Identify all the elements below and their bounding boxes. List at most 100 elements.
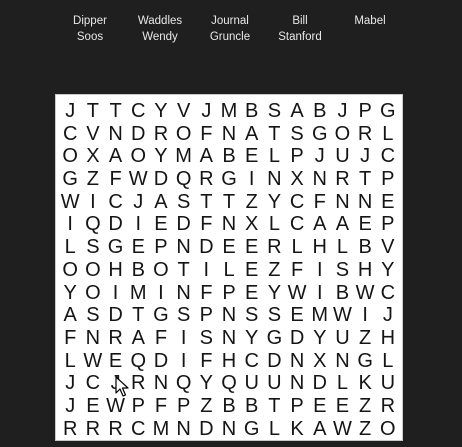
letter-cell[interactable]: O <box>127 145 150 168</box>
letter-cell[interactable]: C <box>376 282 399 305</box>
letter-cell[interactable]: N <box>218 327 241 350</box>
letter-cell[interactable]: D <box>104 304 127 327</box>
letter-grid[interactable]: JTTCYVJMBSABJPGCVNDROFNATSGORLOXAOYMABEL… <box>55 94 403 441</box>
letter-cell[interactable]: Q <box>127 350 150 373</box>
letter-cell[interactable]: W <box>331 304 354 327</box>
letter-cell[interactable]: B <box>240 395 263 418</box>
letter-cell[interactable]: G <box>59 168 82 191</box>
letter-cell[interactable]: I <box>150 282 173 305</box>
letter-cell[interactable]: S <box>172 304 195 327</box>
letter-cell[interactable]: W <box>59 191 82 214</box>
letter-cell[interactable]: M <box>172 145 195 168</box>
letter-cell[interactable]: D <box>150 350 173 373</box>
letter-cell[interactable]: Y <box>263 191 286 214</box>
letter-cell[interactable]: C <box>240 350 263 373</box>
letter-cell[interactable]: L <box>376 350 399 373</box>
letter-cell[interactable]: C <box>127 418 150 441</box>
letter-cell[interactable]: E <box>331 395 354 418</box>
letter-cell[interactable]: R <box>331 168 354 191</box>
letter-cell[interactable]: X <box>82 145 105 168</box>
letter-cell[interactable]: Y <box>59 282 82 305</box>
letter-cell[interactable]: I <box>82 191 105 214</box>
letter-cell[interactable]: Y <box>240 327 263 350</box>
letter-cell[interactable]: N <box>104 123 127 146</box>
letter-cell[interactable]: Z <box>195 395 218 418</box>
letter-cell[interactable]: V <box>376 236 399 259</box>
letter-cell[interactable]: L <box>376 123 399 146</box>
letter-cell[interactable]: S <box>172 191 195 214</box>
letter-cell[interactable]: N <box>308 168 331 191</box>
letter-cell[interactable]: D <box>308 372 331 395</box>
letter-cell[interactable]: E <box>240 145 263 168</box>
letter-cell[interactable]: C <box>376 145 399 168</box>
letter-cell[interactable]: U <box>263 372 286 395</box>
letter-cell[interactable]: F <box>59 327 82 350</box>
letter-cell[interactable]: D <box>195 418 218 441</box>
letter-cell[interactable]: G <box>376 100 399 123</box>
letter-cell[interactable]: W <box>331 418 354 441</box>
letter-cell[interactable]: T <box>82 100 105 123</box>
letter-cell[interactable]: S <box>286 123 309 146</box>
letter-cell[interactable]: O <box>172 123 195 146</box>
letter-cell[interactable]: G <box>104 236 127 259</box>
letter-cell[interactable]: Q <box>82 213 105 236</box>
letter-cell[interactable]: L <box>263 145 286 168</box>
letter-cell[interactable]: W <box>354 282 377 305</box>
letter-cell[interactable]: B <box>308 100 331 123</box>
letter-cell[interactable]: N <box>286 372 309 395</box>
letter-cell[interactable]: N <box>218 418 241 441</box>
letter-cell[interactable]: D <box>150 168 173 191</box>
letter-cell[interactable]: N <box>172 418 195 441</box>
letter-cell[interactable]: H <box>354 259 377 282</box>
letter-cell[interactable]: T <box>195 191 218 214</box>
letter-cell[interactable]: Q <box>172 372 195 395</box>
letter-cell[interactable]: B <box>240 100 263 123</box>
letter-cell[interactable]: P <box>218 282 241 305</box>
letter-cell[interactable]: F <box>286 259 309 282</box>
letter-cell[interactable]: D <box>195 236 218 259</box>
letter-cell[interactable]: T <box>104 100 127 123</box>
letter-cell[interactable]: S <box>263 304 286 327</box>
letter-cell[interactable]: A <box>195 145 218 168</box>
letter-cell[interactable]: C <box>104 191 127 214</box>
letter-cell[interactable]: O <box>82 282 105 305</box>
letter-cell[interactable]: N <box>286 350 309 373</box>
letter-cell[interactable]: Z <box>82 168 105 191</box>
letter-cell[interactable]: Y <box>308 327 331 350</box>
letter-cell[interactable]: N <box>218 304 241 327</box>
letter-cell[interactable]: C <box>127 100 150 123</box>
letter-cell[interactable]: O <box>82 259 105 282</box>
letter-cell[interactable]: H <box>308 236 331 259</box>
letter-cell[interactable]: I <box>59 213 82 236</box>
letter-cell[interactable]: B <box>218 395 241 418</box>
letter-cell[interactable]: C <box>82 372 105 395</box>
letter-cell[interactable]: H <box>376 327 399 350</box>
letter-cell[interactable]: I <box>308 259 331 282</box>
letter-cell[interactable]: U <box>331 145 354 168</box>
letter-cell[interactable]: F <box>195 213 218 236</box>
letter-cell[interactable]: T <box>263 395 286 418</box>
letter-cell[interactable]: J <box>308 145 331 168</box>
letter-cell[interactable]: L <box>331 236 354 259</box>
letter-cell[interactable]: F <box>195 282 218 305</box>
letter-cell[interactable]: S <box>195 327 218 350</box>
letter-cell[interactable]: A <box>127 327 150 350</box>
letter-cell[interactable]: F <box>195 350 218 373</box>
letter-cell[interactable]: S <box>240 304 263 327</box>
letter-cell[interactable]: I <box>172 350 195 373</box>
letter-cell[interactable]: A <box>150 191 173 214</box>
letter-cell[interactable]: S <box>82 236 105 259</box>
letter-cell[interactable]: Q <box>218 372 241 395</box>
letter-cell[interactable]: D <box>286 327 309 350</box>
letter-cell[interactable]: P <box>286 395 309 418</box>
letter-cell[interactable]: X <box>286 168 309 191</box>
letter-cell[interactable]: X <box>240 213 263 236</box>
letter-cell[interactable]: Y <box>150 100 173 123</box>
letter-cell[interactable]: X <box>308 350 331 373</box>
letter-cell[interactable]: L <box>263 213 286 236</box>
letter-cell[interactable]: Z <box>354 418 377 441</box>
letter-cell[interactable]: G <box>308 123 331 146</box>
letter-cell[interactable]: G <box>218 168 241 191</box>
letter-cell[interactable]: Y <box>195 372 218 395</box>
letter-cell[interactable]: E <box>127 236 150 259</box>
